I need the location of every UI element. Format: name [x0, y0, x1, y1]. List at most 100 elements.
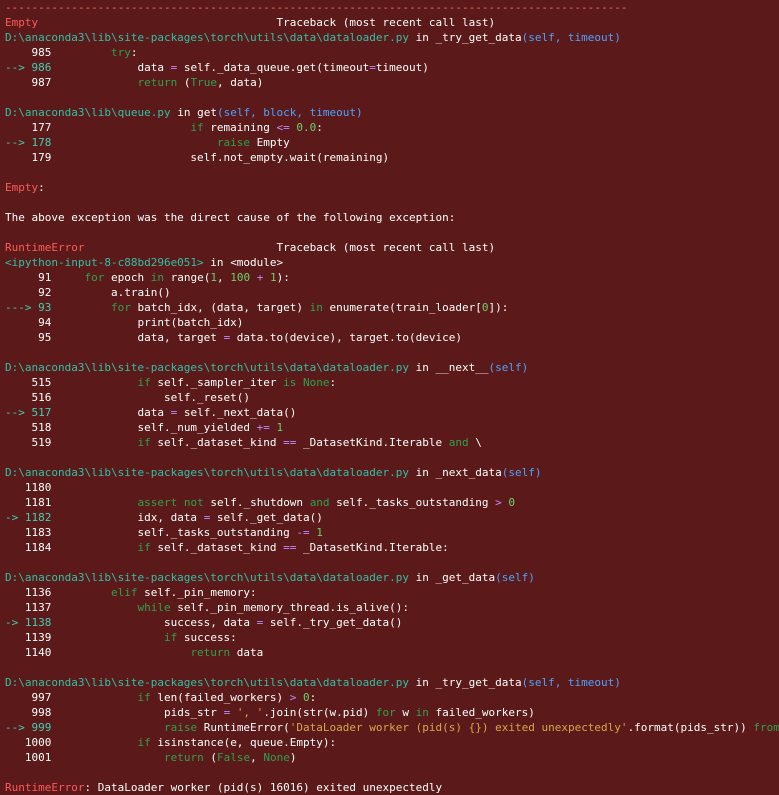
traceback-line: 516 self._reset() [0, 390, 779, 405]
code-text: pids_str [57, 706, 224, 719]
error-type: Empty [5, 16, 39, 29]
code-text: _try_get_data [435, 31, 522, 44]
code-text: self._shutdown [203, 496, 310, 509]
function-signature: (self) [501, 466, 542, 479]
code-text: success: [177, 631, 237, 644]
code-text: in [309, 301, 323, 314]
function-signature: (self, timeout) [521, 31, 621, 44]
code-text: for [375, 706, 396, 719]
code-text: success, data [57, 616, 257, 629]
code-text: return [137, 76, 178, 89]
code-text: > [495, 496, 502, 509]
separator-rule: ----------------------------------------… [5, 1, 628, 14]
code-text: .join(str(w.pid) [263, 706, 376, 719]
line-number: 1181 [5, 496, 58, 509]
line-number: 94 [5, 316, 58, 329]
code-text: in [203, 256, 231, 269]
code-text: _DatasetKind.Iterable [296, 436, 449, 449]
code-text: self._reset() [57, 391, 251, 404]
code-text: Traceback (most recent call last) [38, 16, 496, 29]
code-text: if [137, 376, 151, 389]
code-text: assert [137, 496, 178, 509]
code-text: .format(pids_str)) [627, 721, 754, 734]
code-text: 'DataLoader worker (pid(s) {}) exited un… [289, 721, 628, 734]
traceback-line: ---> 93 for batch_idx, (data, target) in… [0, 300, 779, 315]
code-text: try [110, 46, 131, 59]
code-text: data [57, 406, 171, 419]
code-text: , data) [216, 76, 264, 89]
code-text: 1 [276, 421, 284, 434]
file-path: D:\anaconda3\lib\queue.py [5, 106, 171, 119]
code-text: -= [296, 526, 310, 539]
file-path: D:\anaconda3\lib\site-packages\torch\uti… [5, 466, 409, 479]
code-text: ]): [488, 301, 509, 314]
function-signature: (self, timeout) [521, 676, 621, 689]
code-text: self._dataset_kind [150, 541, 284, 554]
current-line-marker: --> 986 [5, 61, 58, 74]
traceback-line: 518 self._num_yielded += 1 [0, 420, 779, 435]
code-text: self._try_get_data() [263, 616, 403, 629]
code-text: in [408, 466, 436, 479]
traceback-line: Empty: [0, 180, 779, 195]
code-text: ): [276, 271, 290, 284]
traceback-line: 91 for epoch in range(1, 100 + 1): [0, 270, 779, 285]
code-text: _DatasetKind.Iterable: [296, 541, 449, 554]
current-line-marker: -> 1182 [5, 511, 58, 524]
code-text: timeout) [375, 61, 429, 74]
code-text: ', ' [236, 706, 264, 719]
code-text: : [309, 691, 317, 704]
traceback-line: D:\anaconda3\lib\site-packages\torch\uti… [0, 465, 779, 480]
line-number: 1137 [5, 601, 58, 614]
traceback-line: --> 999 raise RuntimeError('DataLoader w… [0, 720, 779, 735]
traceback-line: -> 1182 idx, data = self._get_data() [0, 510, 779, 525]
code-text: == [283, 541, 297, 554]
code-text: in [170, 106, 198, 119]
code-text: if [137, 541, 151, 554]
traceback-line: --> 517 data = self._next_data() [0, 405, 779, 420]
code-text: __next__ [435, 361, 489, 374]
line-number: 516 [5, 391, 58, 404]
traceback-line: D:\anaconda3\lib\queue.py in get(self, b… [0, 105, 779, 120]
code-text: len(failed_workers) [150, 691, 290, 704]
code-text: in [408, 676, 436, 689]
code-text: is [283, 376, 297, 389]
code-text: self._data_queue.get(timeout [177, 61, 370, 74]
code-text: self._next_data() [177, 406, 297, 419]
line-number: 92 [5, 286, 58, 299]
traceback-line: --> 986 data = self._data_queue.get(time… [0, 60, 779, 75]
line-number: 1184 [5, 541, 58, 554]
line-number: 1136 [5, 586, 58, 599]
line-number: 1139 [5, 631, 58, 644]
code-text: w [395, 706, 416, 719]
traceback-line: --> 178 raise Empty [0, 135, 779, 150]
line-number: 997 [5, 691, 58, 704]
traceback-line: 1136 elif self._pin_memory: [0, 585, 779, 600]
code-text: <module> [230, 256, 284, 269]
traceback-line: 519 if self._dataset_kind == _DatasetKin… [0, 435, 779, 450]
code-text: return [190, 646, 231, 659]
traceback-output: ----------------------------------------… [0, 0, 779, 795]
current-line-marker: -> 1138 [5, 616, 58, 629]
code-text: epoch [104, 271, 151, 284]
code-text: in [408, 31, 436, 44]
code-text: : DataLoader worker (pid(s) 16016) exite… [84, 781, 443, 794]
traceback-line: 515 if self._sampler_iter is None: [0, 375, 779, 390]
line-number: 998 [5, 706, 58, 719]
code-text: if [190, 121, 204, 134]
traceback-line: 94 print(batch_idx) [0, 315, 779, 330]
traceback-line: 997 if len(failed_workers) > 0: [0, 690, 779, 705]
code-text: data [57, 61, 171, 74]
line-number: 515 [5, 376, 58, 389]
